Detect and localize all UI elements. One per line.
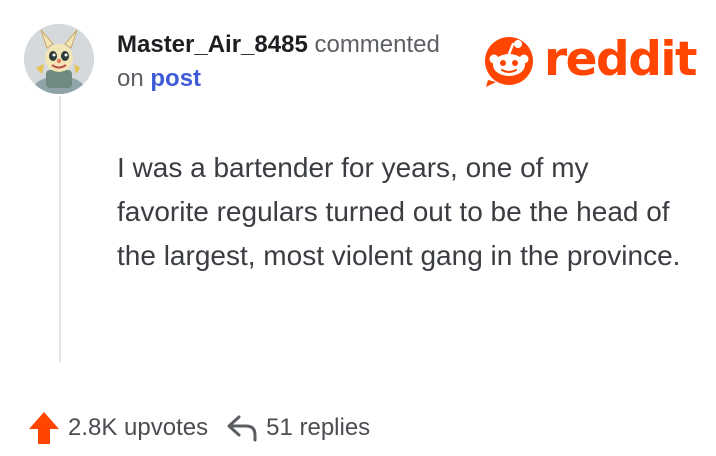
comment-action-text: commented [314,31,440,58]
avatar-image [24,24,94,94]
thread-line [59,96,61,362]
reply-count[interactable]: 51 replies [266,414,370,442]
post-link[interactable]: post [150,65,201,92]
avatar[interactable] [24,24,94,94]
reddit-logo: reddit [480,32,702,88]
upvote-arrow-icon[interactable] [28,410,60,446]
username-link[interactable]: Master_Air_8485 [117,31,308,58]
upvote-count: 2.8K upvotes [68,414,209,441]
comment-footer: 2.8K upvotes 51 replies [28,406,370,450]
comment-body: I was a bartender for years, one of my f… [117,152,681,271]
reply-arrow-icon[interactable] [226,413,258,443]
comment-header: Master_Air_8485 commented on post [117,28,477,96]
reddit-snoo-icon [485,37,533,87]
on-text: on [117,65,144,92]
reddit-wordmark: reddit [544,32,697,87]
